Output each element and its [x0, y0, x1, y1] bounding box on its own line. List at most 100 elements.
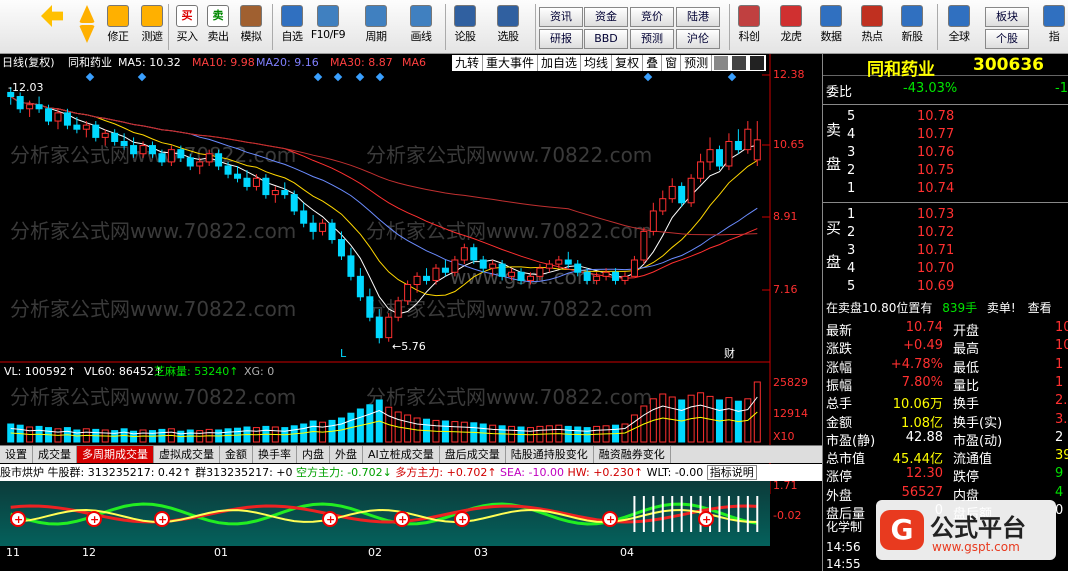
sell-box-row-1[interactable]: 4 10.77: [823, 126, 1068, 144]
indicator-tab-4[interactable]: 金额: [220, 446, 253, 463]
small-button-5[interactable]: BBD: [584, 29, 628, 49]
toolbar-button-16[interactable]: 全球: [944, 3, 974, 51]
toolbar-button-7[interactable]: 周期: [361, 3, 391, 51]
chart-menu-item-6[interactable]: 窗: [662, 55, 682, 71]
buy-box-row-4[interactable]: 5 10.69: [823, 278, 1068, 296]
sell-box-row-3[interactable]: 2 10.75: [823, 162, 1068, 180]
gspt-logo-icon: G: [880, 510, 924, 550]
chart-menu-item-0[interactable]: 九转: [452, 55, 484, 71]
toolbar-button-5[interactable]: 自选: [277, 3, 307, 51]
candle: [309, 215, 317, 240]
small-button-8[interactable]: 板块: [985, 7, 1029, 27]
svg-text:+: +: [458, 513, 467, 526]
chart-menu-item-2[interactable]: 加自选: [538, 55, 582, 71]
toolbar-button-1[interactable]: 测遮: [137, 3, 167, 51]
kline-chart-area[interactable]: 分析家公式网www.70822.com 分析家公式网www.70822.com 分析…: [0, 54, 822, 571]
small-button-7[interactable]: 沪伦: [676, 29, 720, 49]
toolbar-button-3[interactable]: 卖卖出: [203, 3, 233, 51]
sell-box-row-0[interactable]: 5 10.78: [823, 108, 1068, 126]
ind-axis-2: -0.02: [773, 509, 802, 522]
indicator-empty: 空方主力: -0.702↓: [296, 466, 392, 479]
candle: [734, 129, 742, 154]
quote-cell: 流通值: [953, 452, 993, 468]
quote-cell: 最低: [953, 360, 980, 376]
toolbar-button-10[interactable]: 选股: [493, 3, 523, 51]
toolbar-label-16: 全球: [948, 30, 971, 43]
quote-info-row-8: 涨停 12.30 跌停 9: [823, 465, 1068, 485]
indicator-tab-7[interactable]: 外盘: [330, 446, 363, 463]
toolbar-button-4[interactable]: 模拟: [236, 3, 266, 51]
toolbar-button-9[interactable]: 论股: [450, 3, 480, 51]
buy-box-row-3[interactable]: 4 10.70: [823, 260, 1068, 278]
indicator-signal-icon: +: [394, 511, 410, 527]
small-button-9[interactable]: 个股: [985, 29, 1029, 49]
toolbar-button-8[interactable]: 画线: [406, 3, 436, 51]
back-arrow-button[interactable]: [37, 3, 67, 51]
toolbar-button-15[interactable]: 新股: [897, 3, 927, 51]
candle: [470, 243, 478, 265]
sell-box-row-2[interactable]: 3 10.76: [823, 144, 1068, 162]
watermark-7: 分析家公式网www.70822.com: [366, 385, 652, 409]
buy-box-row-1[interactable]: 2 10.72: [823, 224, 1068, 242]
toolbar-button-14[interactable]: 热点: [857, 3, 887, 51]
menu-dropdown-icon[interactable]: [750, 56, 765, 70]
chart-menu-item-1[interactable]: 重大事件: [483, 55, 539, 71]
toolbar-button-12[interactable]: 龙虎: [776, 3, 806, 51]
price-axis-4: 7.16: [773, 283, 798, 296]
chart-menu-item-3[interactable]: 均线: [581, 55, 613, 71]
toolbar-separator-1: [272, 4, 273, 50]
quote-info-row-3: 振幅 7.80% 量比 1: [823, 374, 1068, 394]
indicator-hw: HW: +0.230↑: [567, 466, 644, 479]
toolbar-button-6[interactable]: F10/F9: [311, 3, 346, 51]
toolbar-label-15: 新股: [901, 30, 924, 43]
chart-menu-item-4[interactable]: 复权: [612, 55, 644, 71]
toolbar-button-11[interactable]: 科创: [734, 3, 764, 51]
sell-box-row-4[interactable]: 1 10.74: [823, 180, 1068, 198]
price-axis-2: 10.65: [773, 138, 805, 151]
small-button-4[interactable]: 研报: [539, 29, 583, 49]
sell-info: 在卖盘10.80位置有 839手 卖单! 查看: [826, 301, 1052, 315]
small-button-0[interactable]: 资讯: [539, 7, 583, 27]
small-button-3[interactable]: 陆港: [676, 7, 720, 27]
small-button-6[interactable]: 预测: [630, 29, 674, 49]
chart-menu-item-7[interactable]: 预测: [681, 55, 713, 71]
small-button-2[interactable]: 竞价: [630, 7, 674, 27]
indicator-tab-6[interactable]: 内盘: [297, 446, 330, 463]
svg-text:+: +: [398, 513, 407, 526]
indicator-tab-10[interactable]: 陆股通持股变化: [506, 446, 594, 463]
indicator-tab-11[interactable]: 融资融券变化: [594, 446, 671, 463]
lock-icon[interactable]: [714, 56, 729, 70]
indicator-name: 股市烘炉: [0, 466, 44, 479]
indicator-tab-1[interactable]: 成交量: [33, 446, 77, 463]
candle: [602, 268, 610, 281]
quote-cell: 1.08亿: [901, 415, 943, 431]
toolbar-button-17[interactable]: 指: [1039, 3, 1068, 51]
buy-box-row-0[interactable]: 1 10.73: [823, 206, 1068, 224]
toolbar-label-14: 热点: [861, 30, 884, 43]
indicator-tab-9[interactable]: 盘后成交量: [440, 446, 506, 463]
indicator-signal-icon: +: [86, 511, 102, 527]
small-button-1[interactable]: 资金: [584, 7, 628, 27]
arrows-icon[interactable]: [732, 56, 747, 70]
buy-box-row-2[interactable]: 3 10.71: [823, 242, 1068, 260]
quote-header: 同和药业 300636: [823, 54, 1068, 80]
indicator-tab-8[interactable]: AI立桩成交量: [363, 446, 440, 463]
indicator-tab-3[interactable]: 虚拟成交量: [154, 446, 220, 463]
toolbar-icon-7: [365, 5, 387, 27]
toolbar-label-4: 模拟: [240, 30, 263, 43]
toolbar-button-13[interactable]: 数据: [816, 3, 846, 51]
toolbar-button-0[interactable]: 修正: [103, 3, 133, 51]
chart-menu-item-5[interactable]: 叠: [643, 55, 663, 71]
indicator-tab-2[interactable]: 多周期成交量: [77, 446, 154, 463]
up-down-button[interactable]: [76, 3, 98, 51]
quote-info-row-0: 最新 10.74 开盘 10: [823, 319, 1068, 339]
indicator-title-bar: 股市烘炉 牛股群: 313235217: 0.42↑ 群313235217: +…: [0, 464, 822, 481]
quote-cell: 12.30: [905, 466, 943, 482]
indicator-tab-5[interactable]: 换手率: [253, 446, 297, 463]
indicator-desc-button[interactable]: 指标说明: [706, 465, 757, 480]
indicator-tab-0[interactable]: 设置: [0, 446, 33, 463]
chart-svg[interactable]: 分析家公式网www.70822.com 分析家公式网www.70822.com 分析…: [0, 54, 822, 571]
quote-stock-name: 同和药业: [867, 60, 935, 80]
time-1: 14:56: [826, 540, 861, 554]
quote-cell: 市盈(动): [953, 433, 1003, 449]
